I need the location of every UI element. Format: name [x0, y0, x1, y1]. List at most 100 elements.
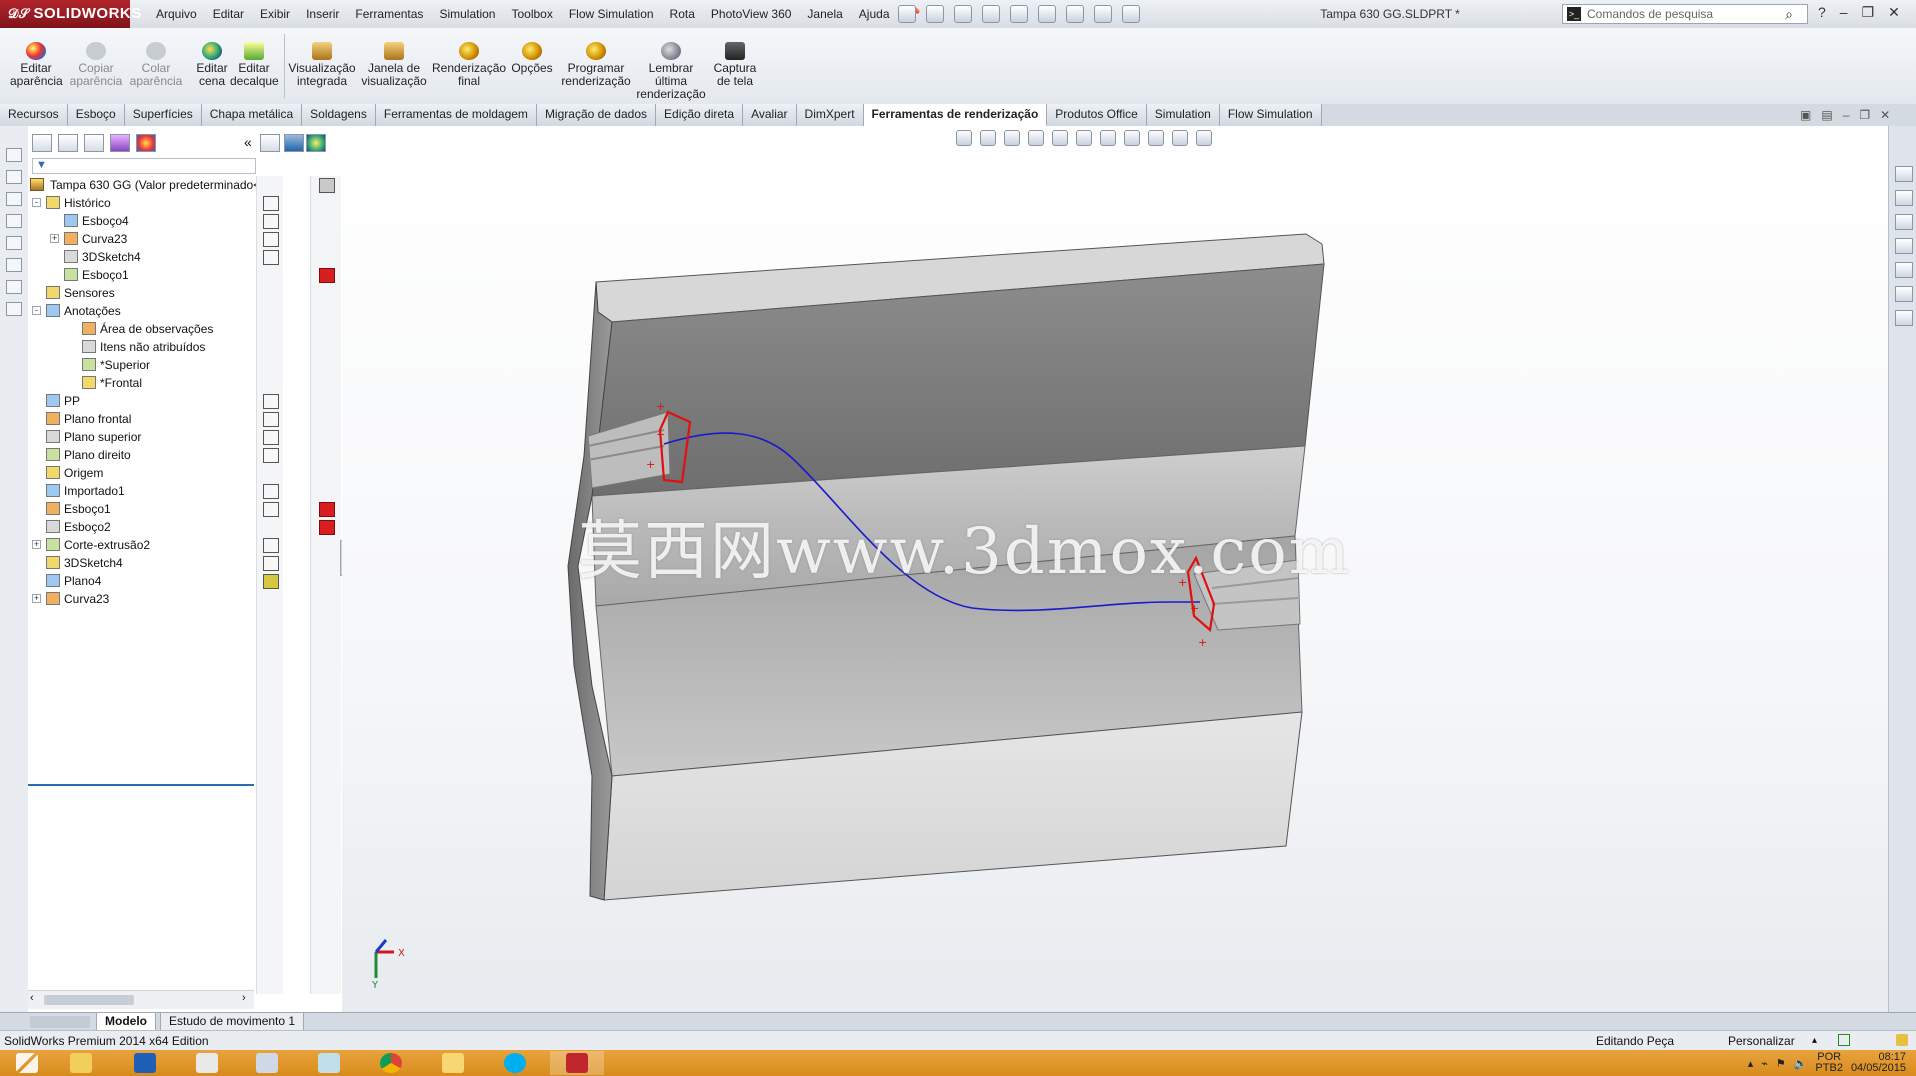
decal-marker-icon[interactable]: [319, 520, 335, 535]
note-icon[interactable]: [6, 192, 22, 206]
start-button[interactable]: [0, 1051, 54, 1075]
tab-superficies[interactable]: Superfícies: [124, 104, 202, 126]
input-language[interactable]: POR PTB2: [1815, 1052, 1843, 1074]
tab-dimxpert[interactable]: DimXpert: [796, 104, 864, 126]
appearance-marker-icon[interactable]: [263, 412, 279, 427]
undo-icon[interactable]: [1010, 5, 1028, 23]
tab-estudo-movimento[interactable]: Estudo de movimento 1: [160, 1013, 305, 1031]
taskbar-explorer[interactable]: [54, 1051, 108, 1075]
scroll-thumb[interactable]: [44, 995, 134, 1005]
doc-restore-icon[interactable]: ❐: [1859, 108, 1870, 122]
appearance-marker-icon[interactable]: [263, 394, 279, 409]
root-decal-marker-icon[interactable]: [319, 178, 335, 193]
custom-properties-icon[interactable]: [1895, 262, 1913, 278]
volume-icon[interactable]: 🔈: [1794, 1057, 1808, 1070]
menu-editar[interactable]: Editar: [205, 0, 252, 28]
solidworks-logo[interactable]: 𝒟𝒮 SOLIDWORKS: [0, 0, 141, 28]
apply-scene-icon[interactable]: [1172, 130, 1188, 146]
new-document-icon[interactable]: [898, 5, 916, 23]
configuration-manager-tab-icon[interactable]: [84, 134, 104, 152]
taskbar-folder[interactable]: [426, 1051, 480, 1075]
tab-flow-simulation[interactable]: Flow Simulation: [1219, 104, 1322, 126]
graphics-viewport[interactable]: + + + + + + X Y: [342, 126, 1888, 1012]
open-folder-icon[interactable]: [926, 5, 944, 23]
command-search-input[interactable]: >_ Comandos de pesquisa ⌕: [1562, 4, 1808, 24]
recall-render-button[interactable]: Lembrar última renderização: [636, 42, 706, 101]
appearance-marker-icon[interactable]: [263, 484, 279, 499]
menu-rota[interactable]: Rota: [662, 0, 703, 28]
taskbar-notes[interactable]: [302, 1051, 356, 1075]
solidworks-resources-icon[interactable]: [1895, 166, 1913, 182]
appearance-marker-icon[interactable]: [263, 430, 279, 445]
decal-marker-icon[interactable]: [319, 502, 335, 517]
surface-finish-icon[interactable]: [6, 258, 22, 272]
sketch-tool-icon[interactable]: [6, 170, 22, 184]
orientation-triad[interactable]: X Y: [371, 939, 405, 991]
view-settings-icon[interactable]: [1196, 130, 1212, 146]
tab-produtos-office[interactable]: Produtos Office: [1047, 104, 1147, 126]
rebuild-icon[interactable]: [1066, 5, 1084, 23]
select-arrow-icon[interactable]: [1038, 5, 1056, 23]
appearance-marker-icon[interactable]: [263, 556, 279, 571]
scene-col-icon[interactable]: [306, 134, 326, 152]
appearance-marker-icon[interactable]: [263, 250, 279, 265]
decal-col-icon[interactable]: [284, 134, 304, 152]
tree-filter-input[interactable]: ▼: [32, 158, 256, 174]
tab-chapa-metalica[interactable]: Chapa metálica: [201, 104, 303, 126]
tab-ferramentas-moldagem[interactable]: Ferramentas de moldagem: [375, 104, 537, 126]
menu-simulation[interactable]: Simulation: [431, 0, 503, 28]
customize-button[interactable]: Personalizar: [1728, 1031, 1795, 1051]
appearances-scenes-icon[interactable]: [1895, 286, 1913, 302]
preview-window-button[interactable]: Janela de visualização: [360, 42, 428, 88]
taskbar-calculator[interactable]: [240, 1051, 294, 1075]
menu-janela[interactable]: Janela: [799, 0, 850, 28]
options-button[interactable]: Opções: [510, 42, 554, 75]
tree-horizontal-scrollbar[interactable]: ‹ ›: [28, 990, 254, 1009]
expand-icon[interactable]: +: [32, 540, 41, 549]
balloon-icon[interactable]: [6, 214, 22, 228]
tab-recursos[interactable]: Recursos: [0, 104, 68, 126]
save-icon[interactable]: [954, 5, 972, 23]
menu-photoview[interactable]: PhotoView 360: [703, 0, 800, 28]
datum-icon[interactable]: [6, 236, 22, 250]
display-manager-tab-icon[interactable]: [136, 134, 156, 152]
menu-flow-simulation[interactable]: Flow Simulation: [561, 0, 662, 28]
caret-up-icon[interactable]: ▴: [1812, 1031, 1817, 1051]
expand-icon[interactable]: +: [32, 594, 41, 603]
taskbar-outlook[interactable]: [118, 1051, 172, 1075]
edit-appearance-hud-icon[interactable]: [1148, 130, 1164, 146]
screenshot-button[interactable]: Captura de tela: [708, 42, 762, 88]
restore-icon[interactable]: ❐: [1862, 4, 1875, 21]
expand-icon[interactable]: +: [50, 234, 59, 243]
menu-ferramentas[interactable]: Ferramentas: [347, 0, 431, 28]
tab-migracao-dados[interactable]: Migração de dados: [536, 104, 657, 126]
hole-callout-icon[interactable]: [6, 302, 22, 316]
appearance-marker-icon[interactable]: [263, 448, 279, 463]
print-icon[interactable]: [982, 5, 1000, 23]
tab-scroll-arrows-icon[interactable]: [30, 1016, 90, 1028]
tab-edicao-direta[interactable]: Edição direta: [656, 104, 744, 126]
previous-view-icon[interactable]: [1004, 130, 1020, 146]
network-icon[interactable]: ⌁: [1761, 1057, 1768, 1070]
final-render-button[interactable]: Renderização final: [432, 42, 506, 88]
collapse-panel-icon[interactable]: «: [244, 134, 252, 150]
dynamic-annotation-icon[interactable]: [1052, 130, 1068, 146]
tray-chevron-icon[interactable]: ▴: [1748, 1057, 1754, 1070]
forum-icon[interactable]: [1895, 310, 1913, 326]
menu-toolbox[interactable]: Toolbox: [503, 0, 560, 28]
appearance-marker-icon[interactable]: [263, 232, 279, 247]
menu-ajuda[interactable]: Ajuda: [851, 0, 898, 28]
help-tip-icon[interactable]: [1838, 1034, 1850, 1046]
appearance-marker-icon[interactable]: [263, 574, 279, 589]
tab-ferramentas-renderizacao[interactable]: Ferramentas de renderização: [863, 104, 1048, 126]
appearance-marker-icon[interactable]: [263, 196, 279, 211]
integrated-preview-button[interactable]: Visualização integrada: [288, 42, 356, 88]
design-library-icon[interactable]: [1895, 190, 1913, 206]
menu-inserir[interactable]: Inserir: [298, 0, 347, 28]
tab-soldagens[interactable]: Soldagens: [302, 104, 376, 126]
edit-decal-button[interactable]: Editar decalque: [230, 42, 279, 88]
help-icon[interactable]: ?: [1818, 4, 1826, 21]
tile-icon[interactable]: ▣: [1800, 108, 1811, 122]
lightbulb-icon[interactable]: [1896, 1034, 1908, 1046]
smart-dimension-icon[interactable]: [6, 148, 22, 162]
